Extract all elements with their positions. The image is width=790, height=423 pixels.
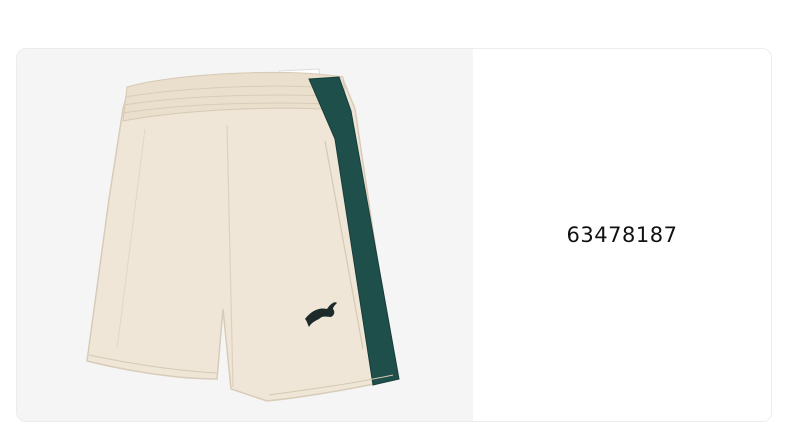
product-image[interactable] [17, 49, 473, 421]
product-info: 63478187 [473, 49, 771, 421]
product-card[interactable]: 63478187 [16, 48, 772, 422]
shorts-illustration [86, 68, 400, 402]
product-code: 63478187 [566, 223, 678, 247]
